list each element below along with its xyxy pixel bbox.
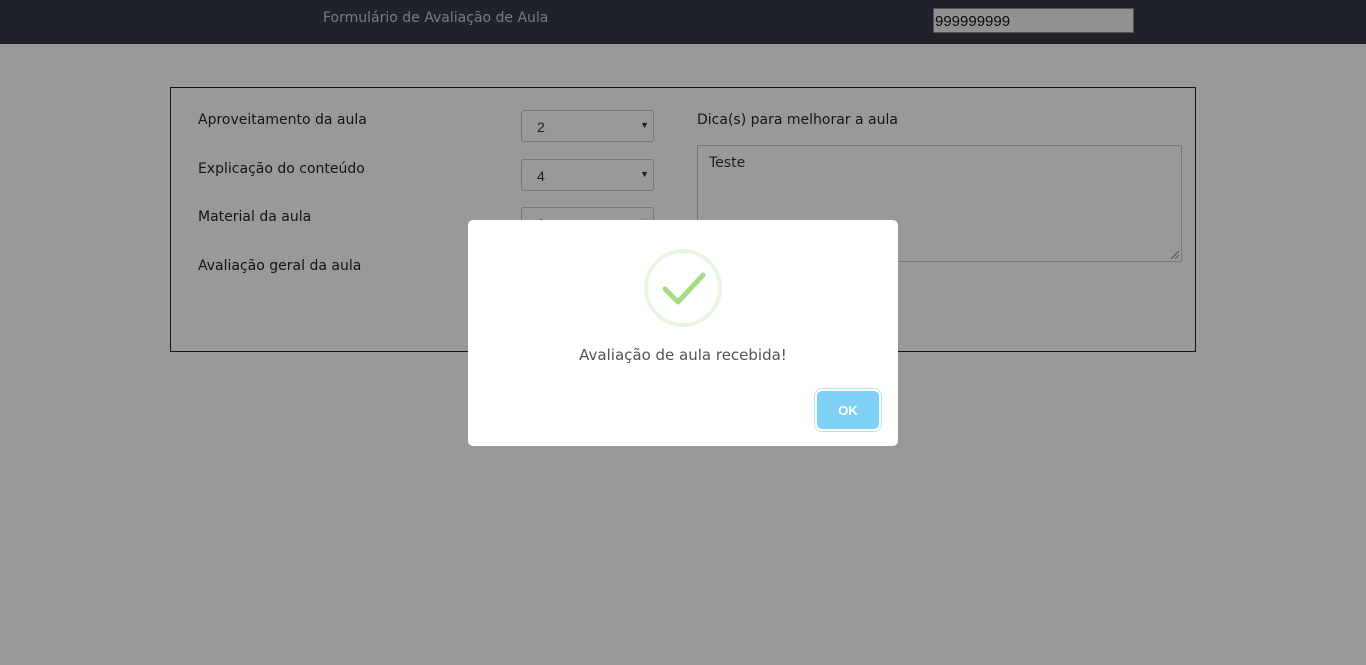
success-check-icon [644,249,722,327]
ok-button[interactable]: OK [817,391,879,429]
modal-message: Avaliação de aula recebida! [579,346,787,364]
success-dialog: Avaliação de aula recebida! OK [468,220,898,446]
